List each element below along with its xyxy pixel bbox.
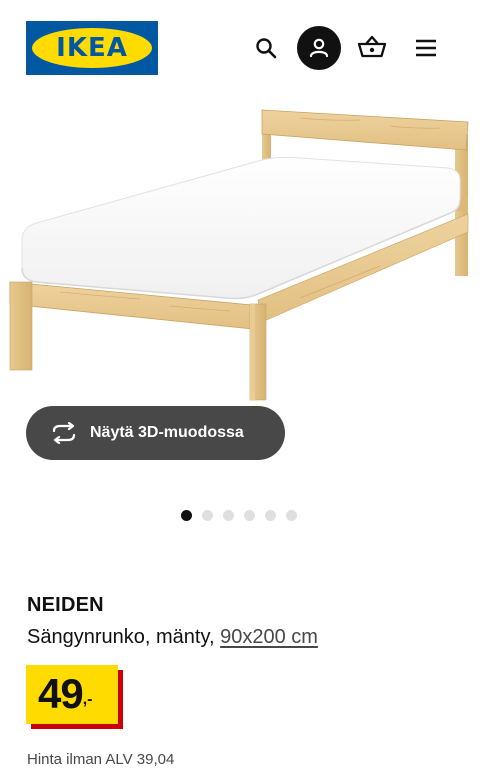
rotate-3d-icon xyxy=(52,422,76,444)
search-icon xyxy=(256,38,277,59)
headboard xyxy=(261,109,469,151)
product-image[interactable] xyxy=(0,96,480,426)
price-box: 49 ,- xyxy=(26,665,118,724)
logo-text: IKEA xyxy=(56,33,128,63)
carousel-dot-3[interactable] xyxy=(223,510,234,521)
cart-button[interactable] xyxy=(350,26,394,70)
cart-icon xyxy=(357,35,387,58)
search-button[interactable] xyxy=(244,26,288,70)
header: IKEA xyxy=(0,0,480,96)
profile-button[interactable] xyxy=(297,26,341,70)
carousel-dots xyxy=(181,510,297,521)
price-integer: 49 xyxy=(38,670,84,717)
profile-icon xyxy=(309,38,329,58)
carousel-dot-6[interactable] xyxy=(286,510,297,521)
logo-oval: IKEA xyxy=(32,28,152,68)
price-tag: 49 ,- xyxy=(26,665,123,729)
view-3d-button[interactable]: Näytä 3D-muodossa xyxy=(26,406,285,460)
carousel-dot-4[interactable] xyxy=(244,510,255,521)
menu-button[interactable] xyxy=(404,26,448,70)
size-link[interactable]: 90x200 cm xyxy=(220,626,318,648)
mattress xyxy=(21,156,461,299)
carousel-dot-2[interactable] xyxy=(202,510,213,521)
carousel-dot-5[interactable] xyxy=(265,510,276,521)
product-description: Sängynrunko, mänty, 90x200 cm xyxy=(27,626,318,649)
view-3d-label: Näytä 3D-muodossa xyxy=(90,424,244,441)
leg-front-left xyxy=(9,281,33,371)
product-type: Sängynrunko, mänty, xyxy=(27,626,215,648)
price-suffix: ,- xyxy=(82,691,93,708)
price-excl-vat: Hinta ilman ALV 39,04 xyxy=(27,751,175,768)
ikea-logo[interactable]: IKEA xyxy=(26,21,158,75)
menu-icon xyxy=(416,39,436,57)
product-name: NEIDEN xyxy=(27,594,104,616)
carousel-dot-1[interactable] xyxy=(181,510,192,521)
